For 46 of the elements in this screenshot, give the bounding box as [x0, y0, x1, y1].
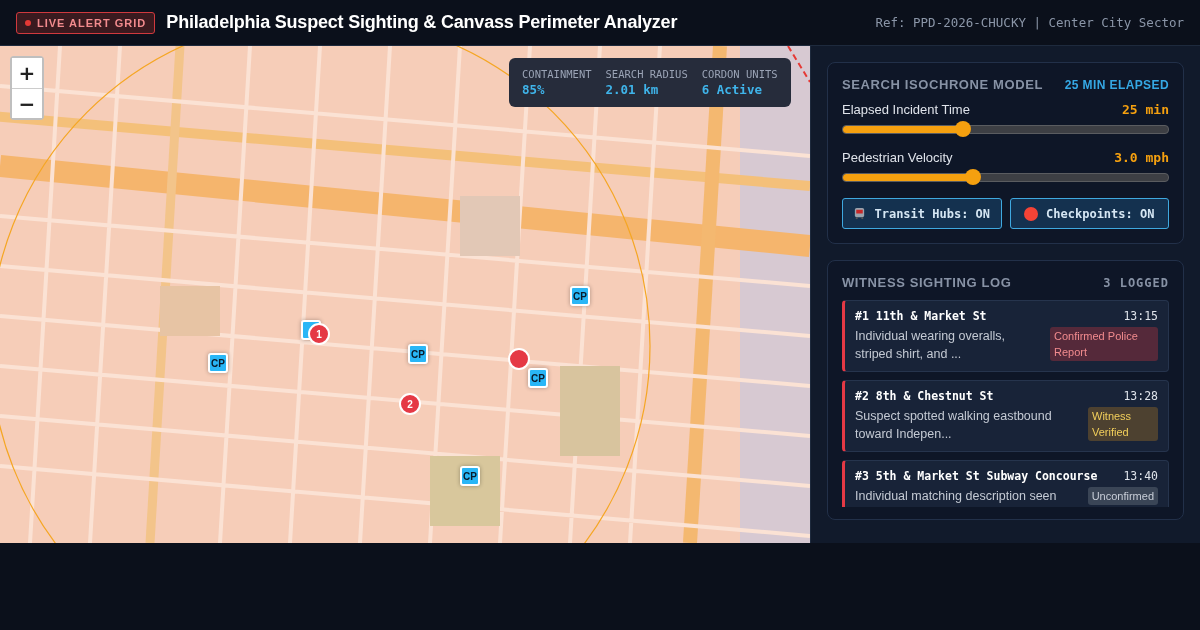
stat-label: CORDON UNITS	[701, 68, 778, 80]
elapsed-status: 25 MIN ELAPSED	[1064, 77, 1169, 92]
sighting-entry[interactable]: #2 8th & Chestnut St 13:28 Suspect spotted walking eastbound toward Indepen... Witness Verified	[842, 380, 1169, 452]
checkpoint-marker[interactable]: CP	[208, 353, 228, 373]
slider-reading: 25 min	[1122, 102, 1169, 117]
entry-time: 13:28	[1123, 389, 1158, 403]
entry-title: #2 8th & Chestnut St	[855, 389, 994, 403]
tram-icon	[853, 207, 867, 220]
entry-title: #3 5th & Market St Subway Concourse	[855, 469, 1098, 483]
cordon-line	[787, 46, 810, 83]
stat-label: SEARCH RADIUS	[605, 68, 688, 80]
status-tag: Witness Verified	[1088, 407, 1158, 441]
sighting-entry[interactable]: #3 5th & Market St Subway Concourse 13:40 Individual matching description seen Unconfirmed	[842, 460, 1169, 507]
page-title: Philadelphia Suspect Sighting & Canvass Perimeter Analyzer	[166, 12, 678, 33]
logged-count: 3 LOGGED	[1103, 275, 1169, 290]
entry-time: 13:40	[1123, 469, 1158, 483]
card-title: SEARCH ISOCHRONE MODEL	[842, 77, 1043, 92]
checkpoint-marker[interactable]: CP	[528, 368, 548, 388]
entry-time: 13:15	[1123, 309, 1158, 323]
slider-label: Pedestrian Velocity	[842, 150, 953, 165]
entry-description: Suspect spotted walking eastbound toward Indepen...	[855, 408, 1053, 443]
stat-value: 85%	[522, 82, 546, 97]
card-title: WITNESS SIGHTING LOG	[842, 275, 1012, 290]
zoom-out-button[interactable]: −	[12, 88, 42, 118]
slider-label: Elapsed Incident Time	[842, 102, 970, 117]
live-badge-label: LIVE ALERT GRID	[37, 16, 147, 29]
entry-description: Individual matching description seen	[855, 488, 1057, 505]
checkpoint-dot-icon	[1024, 206, 1039, 221]
status-tag: Unconfirmed	[1087, 487, 1158, 505]
stat-value: 6 Active	[701, 82, 763, 97]
toggle-button[interactable]: Checkpoints: ON	[1009, 198, 1169, 229]
checkpoint-marker[interactable]: CP	[570, 286, 590, 306]
status-tag: Confirmed Police Report	[1050, 327, 1158, 361]
stat-value: 2.01 km	[605, 82, 660, 97]
slider-thumb[interactable]	[955, 121, 972, 137]
entry-description: Individual wearing overalls, striped shirt, and ...	[855, 328, 1007, 363]
live-dot-icon	[25, 19, 31, 26]
checkpoint-marker[interactable]: CP	[408, 344, 428, 364]
sighting-entry[interactable]: #1 11th & Market St 13:15 Individual wearing overalls, striped shirt, and ... Confirmed Police Report	[842, 300, 1169, 372]
case-reference: Ref: PPD-2026-CHUCKY | Center City Sector	[875, 15, 1184, 30]
toggle-button[interactable]: Transit Hubs: ON	[842, 198, 1002, 229]
checkpoint-marker[interactable]: CP	[460, 466, 480, 486]
slider-thumb[interactable]	[965, 169, 981, 185]
slider-reading: 3.0 mph	[1114, 150, 1169, 165]
stat-label: CONTAINMENT	[522, 68, 592, 80]
entry-title: #1 11th & Market St	[855, 309, 987, 323]
